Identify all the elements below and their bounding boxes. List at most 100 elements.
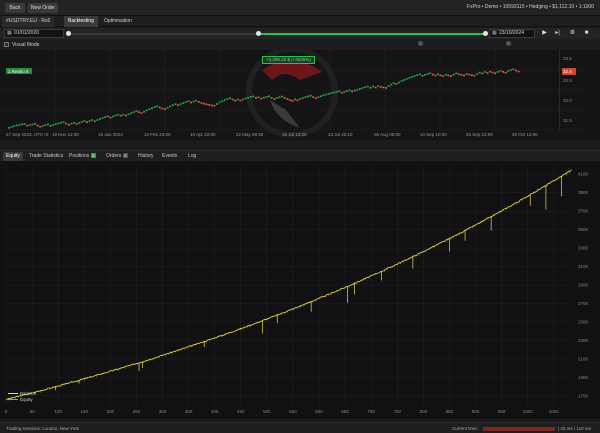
tab-backtesting[interactable]: Backtesting bbox=[64, 16, 98, 27]
visual-mode-checkbox[interactable] bbox=[4, 42, 9, 47]
top-bar: Back New Order FxPro • Demo • 10593115 •… bbox=[0, 0, 600, 16]
renko-brick bbox=[88, 120, 91, 122]
renko-brick bbox=[10, 126, 13, 128]
renko-brick bbox=[216, 103, 218, 105]
renko-brick bbox=[340, 91, 343, 94]
visual-mode-label: Visual Mode bbox=[12, 42, 40, 48]
x-tick-label: 150 bbox=[80, 409, 88, 414]
renko-brick bbox=[255, 97, 257, 99]
y-tick-label: 2700 bbox=[578, 301, 589, 306]
legend-equity-label: Equity bbox=[20, 397, 33, 402]
renko-brick bbox=[75, 123, 78, 125]
tab-trade-statistics[interactable]: Trade Statistics bbox=[26, 152, 66, 161]
renko-brick bbox=[301, 97, 304, 99]
renko-brick bbox=[273, 98, 276, 100]
renko-brick bbox=[244, 97, 247, 100]
renko-brick bbox=[494, 72, 497, 75]
renko-brick bbox=[468, 73, 471, 76]
equity-chart[interactable]: 0 50 100 150 200 250 300 350 400 450 500 550 600 650 7… bbox=[0, 161, 600, 419]
x-tick-label: 1050 bbox=[549, 409, 560, 414]
renko-brick bbox=[291, 100, 294, 102]
account-info[interactable]: FxPro • Demo • 10593115 • Hedging • $1,1… bbox=[467, 4, 594, 10]
x-tick-label: 950 bbox=[498, 409, 506, 414]
renko-brick bbox=[117, 113, 120, 116]
slider-end-handle[interactable] bbox=[483, 31, 488, 36]
tab-log[interactable]: Log bbox=[185, 152, 199, 161]
back-button[interactable]: Back bbox=[5, 3, 25, 13]
renko-brick bbox=[309, 94, 312, 97]
position-label[interactable]: 1 Renko 5 bbox=[8, 69, 29, 74]
price-scale[interactable]: 33.5 32.5 32.0 31.5 32.4 bbox=[559, 50, 600, 130]
renko-brick bbox=[156, 105, 159, 108]
renko-brick bbox=[509, 69, 512, 71]
trading-sessions[interactable]: Trading sessions: London, New York bbox=[6, 426, 79, 431]
balance-series bbox=[5, 169, 572, 400]
renko-brick bbox=[169, 105, 172, 108]
x-tick-label: 350 bbox=[185, 409, 193, 414]
renko-brick bbox=[481, 72, 484, 75]
tab-symbol[interactable]: #USDTRY.EU · Rs5 bbox=[2, 16, 55, 27]
x-tick-label: 50 bbox=[30, 409, 36, 414]
time-label: 10 Sep 10:00 bbox=[420, 132, 447, 137]
renko-brick bbox=[426, 73, 429, 75]
renko-brick bbox=[416, 74, 419, 76]
renko-brick bbox=[223, 99, 226, 101]
tab-orders[interactable]: Orders 0 bbox=[103, 152, 131, 161]
renko-brick bbox=[47, 123, 49, 126]
renko-brick bbox=[247, 96, 250, 99]
renko-brick bbox=[382, 86, 385, 89]
renko-brick bbox=[283, 97, 286, 99]
slider-start-handle[interactable] bbox=[66, 31, 71, 36]
tab-optimisation[interactable]: Optimisation bbox=[100, 16, 136, 27]
step-icon[interactable]: ▸| bbox=[553, 29, 562, 38]
play-icon[interactable]: ▶ bbox=[540, 29, 549, 38]
renko-brick bbox=[218, 101, 221, 104]
renko-brick bbox=[413, 75, 416, 77]
renko-brick bbox=[307, 95, 309, 98]
renko-brick bbox=[145, 109, 148, 112]
time-label: 27 Sep 2023, UTC+0 bbox=[6, 132, 49, 137]
tab-history[interactable]: History bbox=[135, 152, 157, 161]
renko-brick bbox=[275, 97, 278, 99]
new-order-button[interactable]: New Order bbox=[28, 3, 58, 13]
price-chart[interactable]: 1 Renko 5 +3,206.22 $ (+3225%) 33.5 32.5… bbox=[0, 50, 600, 140]
renko-brick bbox=[338, 90, 341, 93]
renko-brick bbox=[286, 98, 289, 100]
renko-brick bbox=[434, 74, 437, 77]
tab-positions[interactable]: Positions 2 bbox=[66, 152, 99, 161]
renko-brick bbox=[473, 74, 476, 77]
renko-brick bbox=[322, 94, 325, 97]
x-tick-label: 450 bbox=[237, 409, 245, 414]
renko-brick bbox=[127, 113, 130, 116]
tab-events[interactable]: Events bbox=[159, 152, 180, 161]
end-date-field[interactable]: ▦ 23/10/2024 bbox=[489, 29, 535, 38]
x-tick-label: 650 bbox=[341, 409, 349, 414]
stop-icon[interactable]: ■ bbox=[582, 29, 591, 38]
renko-brick bbox=[304, 96, 307, 98]
slider-mid-handle[interactable] bbox=[256, 31, 261, 36]
renko-brick bbox=[213, 104, 216, 107]
renko-brick bbox=[122, 113, 125, 116]
x-tick-label: 250 bbox=[133, 409, 141, 414]
gear-icon[interactable]: ⚙ bbox=[568, 29, 577, 38]
renko-brick bbox=[455, 72, 458, 75]
time-axis[interactable]: 27 Sep 2023, UTC+0 19 Nov 12:30 15 Jan 202… bbox=[0, 130, 600, 140]
tab-label: Orders bbox=[106, 153, 122, 159]
x-tick-label: 200 bbox=[107, 409, 115, 414]
renko-brick bbox=[158, 106, 161, 109]
renko-brick bbox=[86, 121, 88, 123]
tab-equity[interactable]: Equity bbox=[3, 152, 23, 161]
backtest-range-row: ▦ 01/01/2020 ▦ 23/10/2024 ▶ ▸| ⚙ ■ bbox=[0, 28, 600, 39]
y-tick-label: 3700 bbox=[578, 209, 589, 214]
renko-brick bbox=[239, 99, 242, 102]
renko-brick bbox=[190, 101, 192, 104]
renko-brick bbox=[353, 89, 356, 92]
status-bar: Trading sessions: London, New York Curre… bbox=[0, 422, 600, 433]
renko-brick bbox=[21, 123, 23, 126]
renko-brick bbox=[364, 86, 367, 89]
date-range-slider[interactable] bbox=[66, 31, 488, 36]
y-tick-label: 2900 bbox=[578, 283, 589, 288]
start-date-field[interactable]: ▦ 01/01/2020 bbox=[4, 29, 64, 38]
renko-brick bbox=[41, 125, 44, 127]
renko-brick bbox=[182, 102, 185, 104]
